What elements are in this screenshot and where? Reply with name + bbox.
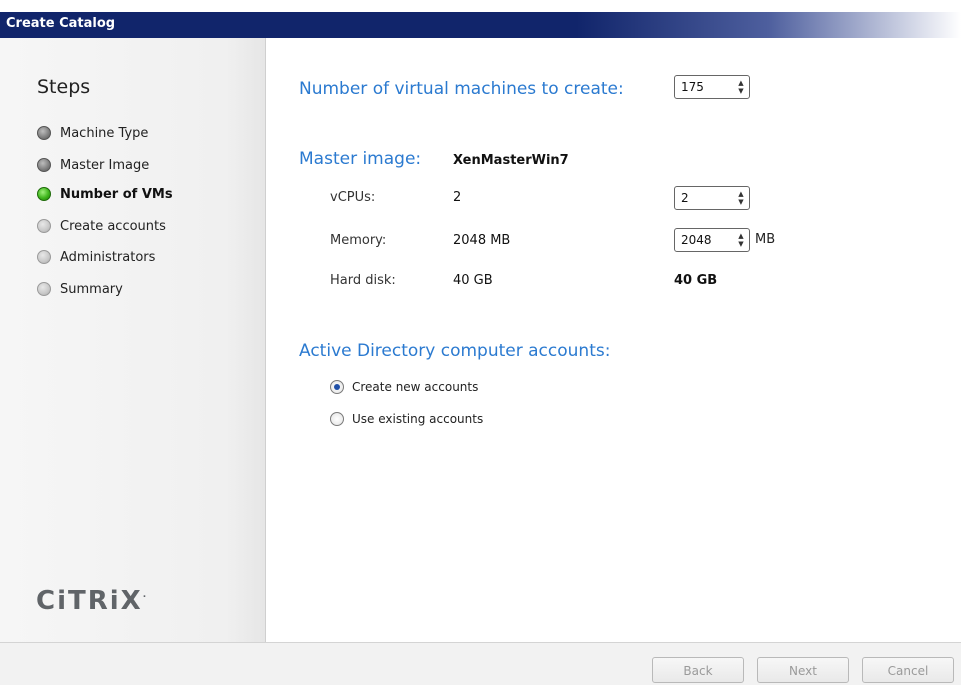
- step-master-image: Master Image: [37, 155, 149, 175]
- step-label: Master Image: [60, 157, 150, 173]
- step-pending-icon: [37, 250, 51, 264]
- step-number-of-vms: Number of VMs: [37, 184, 173, 204]
- step-done-icon: [37, 126, 51, 140]
- cancel-button[interactable]: Cancel: [862, 657, 954, 683]
- step-label: Administrators: [60, 249, 156, 265]
- radio-label: Create new accounts: [352, 380, 479, 394]
- window-title: Create Catalog: [6, 16, 116, 31]
- vcpus-value: 2: [453, 190, 462, 205]
- step-label: Create accounts: [60, 218, 166, 234]
- back-button[interactable]: Back: [652, 657, 744, 683]
- next-button[interactable]: Next: [757, 657, 849, 683]
- ad-accounts-heading: Active Directory computer accounts:: [299, 341, 611, 361]
- memory-unit: MB: [755, 232, 776, 247]
- step-label: Number of VMs: [60, 186, 173, 202]
- hard-disk-value: 40 GB: [453, 273, 493, 288]
- vm-count-stepper[interactable]: 175 ▲ ▼: [674, 75, 750, 99]
- step-summary: Summary: [37, 279, 123, 299]
- step-pending-icon: [37, 282, 51, 296]
- radio-unselected-icon[interactable]: [330, 412, 344, 426]
- main-panel: Number of virtual machines to create: 17…: [266, 38, 961, 642]
- vm-count-heading: Number of virtual machines to create:: [299, 79, 624, 99]
- vm-count-value: 175: [681, 80, 704, 94]
- memory-input-value: 2048: [681, 233, 712, 247]
- step-machine-type: Machine Type: [37, 123, 148, 143]
- memory-label: Memory:: [330, 233, 387, 248]
- radio-use-existing-accounts[interactable]: Use existing accounts: [330, 410, 483, 428]
- spinner-arrows-icon[interactable]: ▲ ▼: [737, 79, 745, 95]
- hard-disk-label: Hard disk:: [330, 273, 396, 288]
- step-label: Machine Type: [60, 125, 149, 141]
- radio-label: Use existing accounts: [352, 412, 484, 426]
- footer-bar: Back Next Cancel: [0, 642, 961, 685]
- logo-text: CiTRiX: [36, 586, 143, 616]
- radio-selected-icon[interactable]: [330, 380, 344, 394]
- steps-title: Steps: [37, 76, 91, 98]
- hard-disk-value-right: 40 GB: [674, 273, 718, 288]
- step-administrators: Administrators: [37, 247, 155, 267]
- step-current-icon: [37, 187, 51, 201]
- spinner-arrows-icon[interactable]: ▲ ▼: [737, 190, 745, 206]
- step-create-accounts: Create accounts: [37, 216, 166, 236]
- memory-value: 2048 MB: [453, 233, 511, 248]
- radio-create-new-accounts[interactable]: Create new accounts: [330, 378, 478, 396]
- vcpus-input-value: 2: [681, 191, 689, 205]
- title-bar[interactable]: Create Catalog: [0, 12, 961, 38]
- step-label: Summary: [60, 281, 123, 297]
- steps-sidebar: Steps Machine Type Master Image Number o…: [0, 38, 266, 642]
- step-pending-icon: [37, 219, 51, 233]
- step-done-icon: [37, 158, 51, 172]
- citrix-logo: CiTRiX·: [36, 586, 147, 616]
- memory-stepper[interactable]: 2048 ▲ ▼: [674, 228, 750, 252]
- top-strip: [0, 0, 961, 12]
- spinner-arrows-icon[interactable]: ▲ ▼: [737, 232, 745, 248]
- vcpus-stepper[interactable]: 2 ▲ ▼: [674, 186, 750, 210]
- create-catalog-window: Create Catalog Steps Machine Type Master…: [0, 0, 961, 685]
- master-image-heading: Master image:: [299, 149, 422, 169]
- vcpus-label: vCPUs:: [330, 190, 376, 205]
- master-image-value: XenMasterWin7: [453, 153, 569, 168]
